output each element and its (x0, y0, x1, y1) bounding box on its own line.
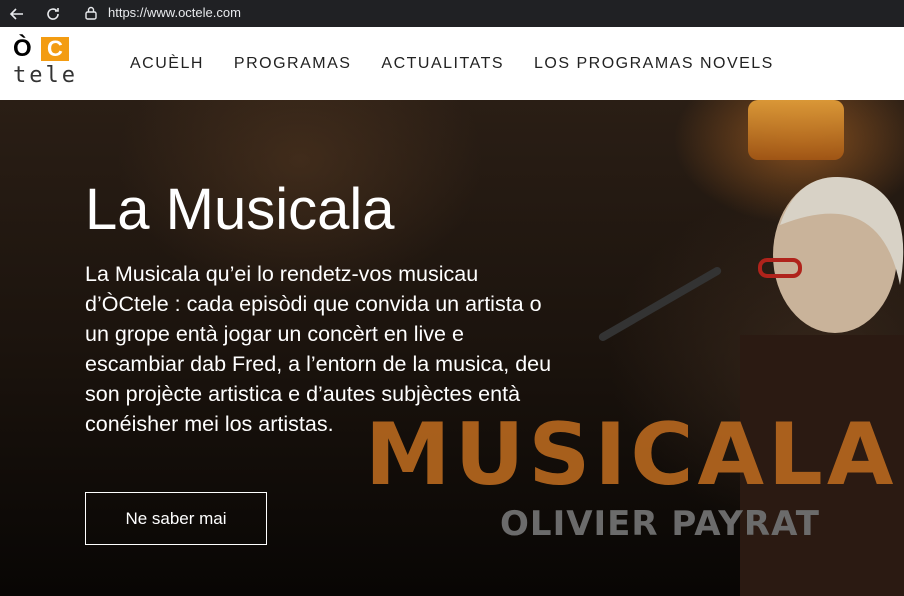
microphone-image (597, 265, 723, 343)
logo-mark-o: Ò (13, 37, 41, 61)
back-arrow-icon[interactable] (6, 3, 28, 25)
hero-banner: MUSICALA OLIVIER PAYRAT La Musicala La M… (0, 100, 904, 596)
hero-title: La Musicala (85, 177, 395, 242)
reload-icon[interactable] (42, 3, 64, 25)
logo-mark-c: C (41, 37, 69, 61)
artwork-subtitle: OLIVIER PAYRAT (500, 504, 820, 544)
lock-icon (84, 6, 98, 20)
site-logo[interactable]: Ò C tele (13, 37, 75, 89)
logo-wordmark: tele (13, 63, 78, 88)
nav-item-programas[interactable]: PROGRAMAS (234, 55, 352, 73)
learn-more-button[interactable]: Ne saber mai (85, 492, 267, 545)
site-header: Ò C tele ACUÈLH PROGRAMAS ACTUALITATS LO… (0, 27, 904, 100)
browser-toolbar: https://www.octele.com (0, 0, 904, 27)
main-nav: ACUÈLH PROGRAMAS ACTUALITATS LOS PROGRAM… (130, 27, 804, 100)
address-bar[interactable]: https://www.octele.com (78, 0, 904, 25)
nav-item-actualitats[interactable]: ACTUALITATS (381, 55, 504, 73)
hero-description: La Musicala qu’ei lo rendetz-vos musicau… (85, 262, 552, 436)
url-text: https://www.octele.com (108, 5, 241, 20)
nav-item-programas-novels[interactable]: LOS PROGRAMAS NOVELS (534, 55, 774, 73)
nav-item-acuelh[interactable]: ACUÈLH (130, 55, 204, 73)
